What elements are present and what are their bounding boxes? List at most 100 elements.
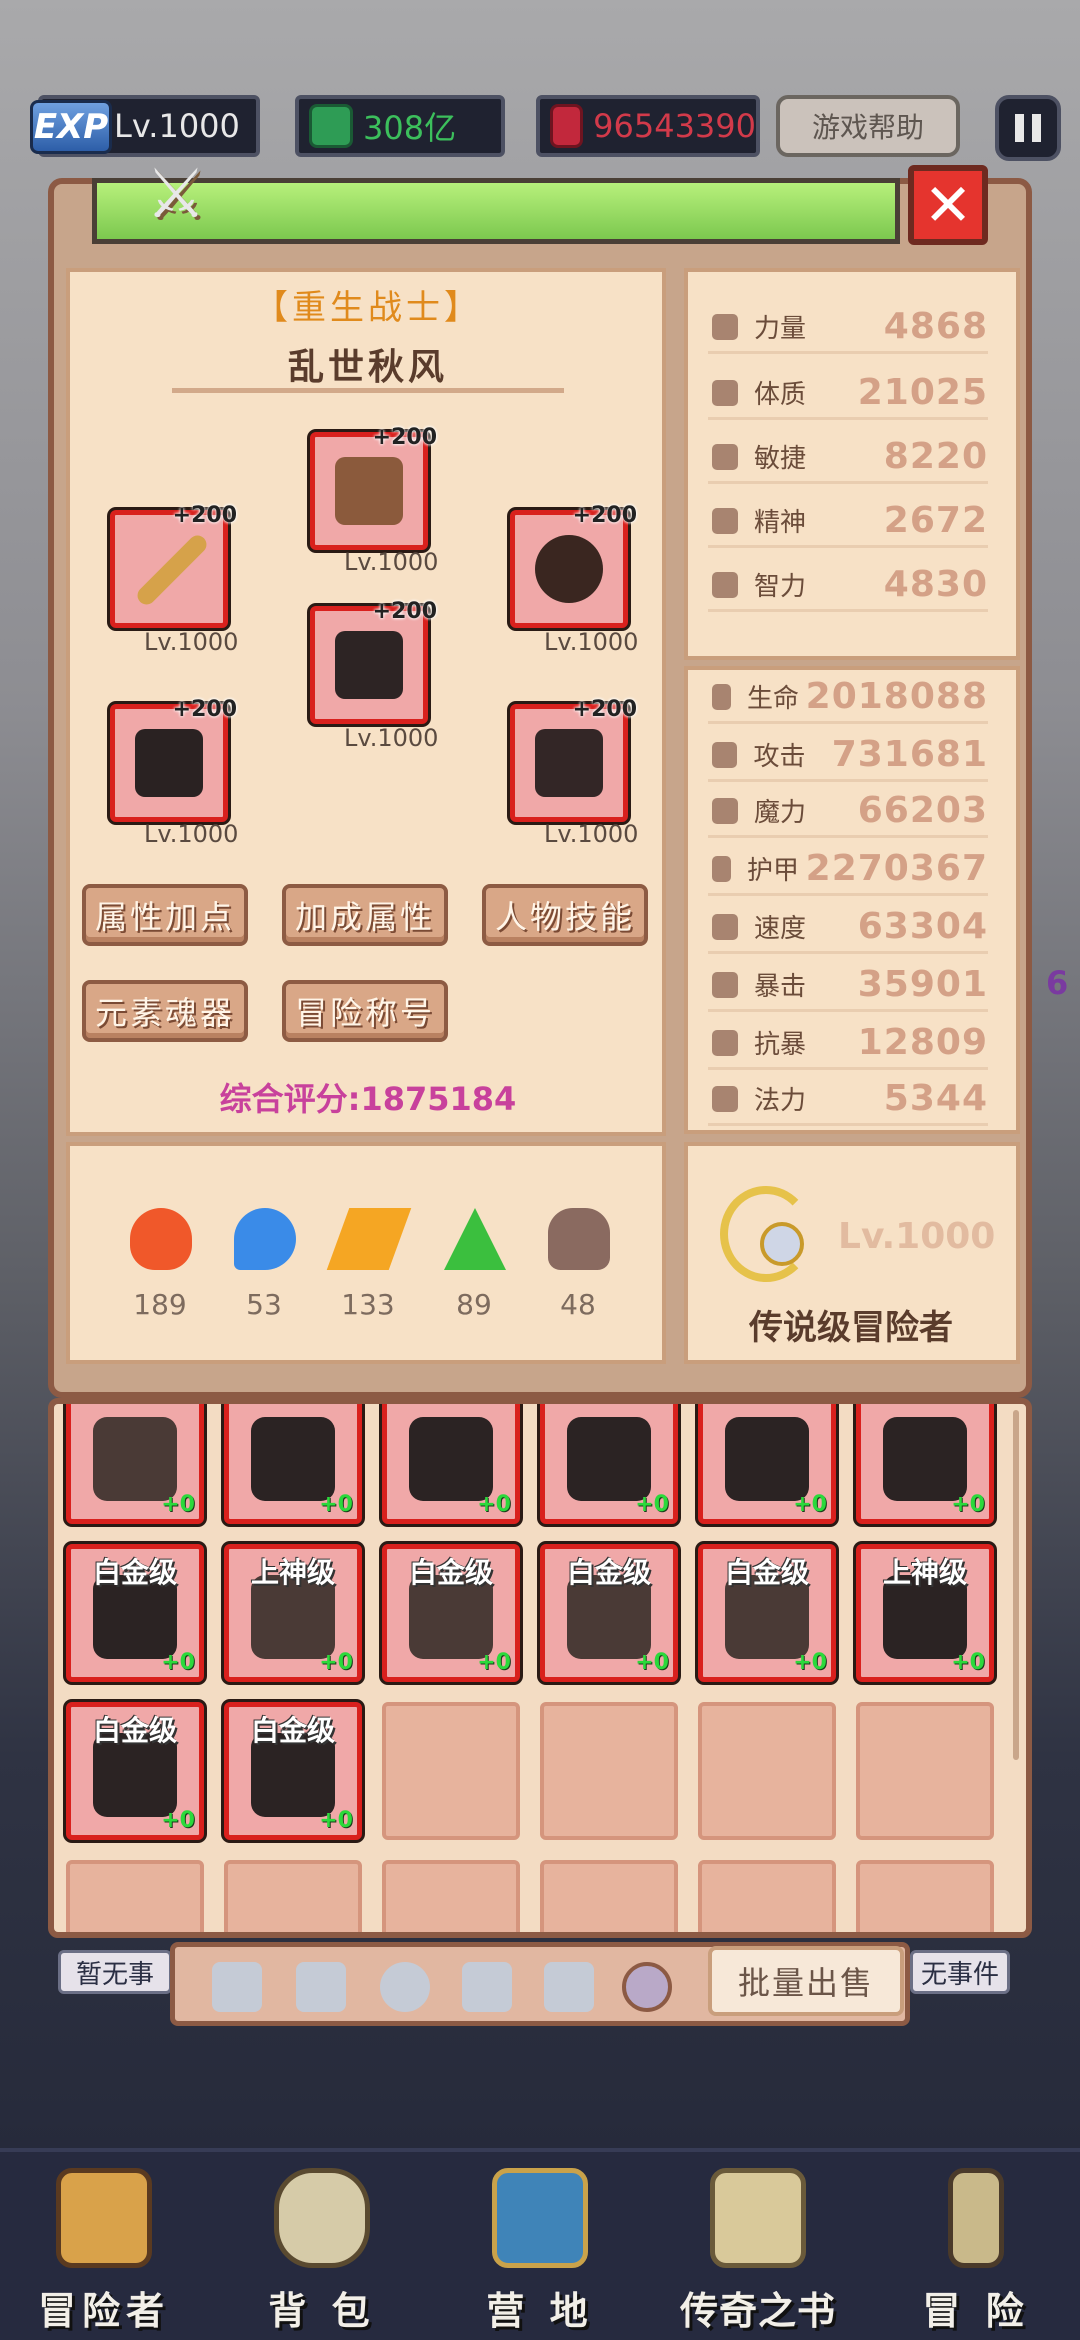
equip-slot-gloves[interactable]: +200: [110, 697, 237, 822]
item-enhance: +0: [951, 1650, 985, 1675]
nav-camp[interactable]: 营 地: [440, 2168, 640, 2340]
class-name: 【重生战士】: [254, 288, 482, 328]
boots-tab-icon[interactable]: [544, 1962, 594, 2012]
inventory-item[interactable]: 上神级 +0: [856, 1544, 994, 1682]
inventory-item[interactable]: +0: [540, 1404, 678, 1524]
inventory-grid: +0 +0 +0 +0 +0 +0 白金级 +0 上神级 +0 白金级 +0 白金级 +0 白金级 +0 上神级…: [48, 1398, 1032, 1938]
rank-title: 传说级冒险者: [749, 1308, 953, 1348]
inventory-item[interactable]: 白金级 +0: [698, 1544, 836, 1682]
stat-value: 12809: [857, 1022, 988, 1063]
stat-attack: 攻击 731681: [708, 730, 988, 782]
red-currency-value: 96543390: [593, 107, 756, 145]
green-currency-value: 308亿: [363, 109, 457, 147]
green-gem-icon: [309, 104, 353, 148]
crit-icon: [712, 971, 738, 998]
stat-agility: 敏捷 8220: [708, 432, 988, 484]
equip-slot-accessory[interactable]: +200: [510, 503, 637, 628]
inventory-item[interactable]: 白金级 +0: [66, 1544, 204, 1682]
rank-gem-icon: [760, 1222, 804, 1266]
inventory-empty-slot[interactable]: [698, 1702, 836, 1840]
equip-level: Lv.1000: [544, 820, 639, 848]
weapon-tab-icon[interactable]: [212, 1962, 262, 2012]
equip-slot-helmet[interactable]: +200: [310, 425, 437, 550]
helmet-icon: [335, 457, 403, 525]
total-score: 综合评分:1875184: [219, 1080, 517, 1118]
nav-backpack[interactable]: 背 包: [222, 2168, 422, 2340]
equip-slot-armor[interactable]: +200: [310, 599, 437, 724]
pause-button[interactable]: [995, 95, 1061, 161]
inventory-item[interactable]: 白金级 +0: [66, 1702, 204, 1840]
inventory-scrollbar[interactable]: [1013, 1410, 1019, 1760]
equip-plus: +200: [572, 697, 637, 722]
stat-label: 暴击: [754, 972, 807, 1002]
ring-tab-icon[interactable]: [622, 1962, 672, 2012]
close-button[interactable]: ✕: [908, 165, 988, 245]
stat-spirit: 精神 2672: [708, 496, 988, 548]
stat-crit-resist: 抗暴 12809: [708, 1018, 988, 1070]
element-soul-button[interactable]: 元素魂器: [82, 980, 248, 1042]
item-tier: 白金级: [92, 1556, 177, 1589]
inventory-item[interactable]: 白金级 +0: [540, 1544, 678, 1682]
inventory-item[interactable]: 白金级 +0: [382, 1544, 520, 1682]
game-help-button[interactable]: 游戏帮助: [776, 95, 960, 157]
star-icon: [712, 507, 738, 534]
inventory-item[interactable]: +0: [224, 1404, 362, 1524]
nav-adventurer[interactable]: 冒险者: [4, 2168, 204, 2340]
inventory-empty-slot[interactable]: [698, 1860, 836, 1932]
name-divider: [172, 388, 564, 393]
inventory-item[interactable]: 上神级 +0: [224, 1544, 362, 1682]
item-enhance: +0: [793, 1650, 827, 1675]
item-enhance: +0: [477, 1492, 511, 1517]
nav-legend-book[interactable]: 传奇之书: [658, 2168, 858, 2340]
inventory-item[interactable]: 白金级 +0: [224, 1702, 362, 1840]
inventory-item[interactable]: +0: [856, 1404, 994, 1524]
inventory-empty-slot[interactable]: [540, 1860, 678, 1932]
bonus-attributes-button[interactable]: 加成属性: [282, 884, 448, 946]
item-enhance: +0: [951, 1492, 985, 1517]
nav-label: 传奇之书: [679, 2289, 836, 2333]
water-value: 53: [246, 1288, 282, 1321]
inventory-empty-slot[interactable]: [224, 1860, 362, 1932]
heart-icon: [712, 379, 738, 406]
inventory-empty-slot[interactable]: [540, 1702, 678, 1840]
bulk-sell-button[interactable]: 批量出售: [708, 1946, 904, 2016]
equip-plus: +200: [172, 697, 237, 722]
equip-slot-weapon[interactable]: +200: [110, 503, 237, 628]
pause-icon-bar: [1032, 114, 1041, 142]
attribute-points-button[interactable]: 属性加点: [82, 884, 248, 946]
inventory-empty-slot[interactable]: [382, 1860, 520, 1932]
item-enhance: +0: [319, 1492, 353, 1517]
item-enhance: +0: [161, 1492, 195, 1517]
armor-icon: [251, 1417, 335, 1501]
stat-value: 5344: [883, 1078, 988, 1119]
item-enhance: +0: [161, 1808, 195, 1833]
inventory-empty-slot[interactable]: [856, 1702, 994, 1840]
inventory-item[interactable]: +0: [698, 1404, 836, 1524]
inventory-empty-slot[interactable]: [66, 1860, 204, 1932]
player-name: 乱世秋风: [287, 347, 448, 388]
shield-tab-icon[interactable]: [296, 1962, 346, 2012]
armor-icon: [725, 1417, 809, 1501]
stat-value: 35901: [857, 964, 988, 1005]
green-currency-display: 308亿: [295, 95, 505, 157]
equip-level: Lv.1000: [544, 628, 639, 656]
equip-level: Lv.1000: [344, 724, 439, 752]
helmet-tab-icon[interactable]: [380, 1962, 430, 2012]
event-label-right: 无事件: [910, 1950, 1010, 1994]
inventory-empty-slot[interactable]: [382, 1702, 520, 1840]
stat-value: 8220: [883, 436, 988, 477]
red-currency-display: 96543390: [536, 95, 760, 157]
wand-icon: [712, 797, 738, 824]
armor-tab-icon[interactable]: [462, 1962, 512, 2012]
stat-label: 抗暴: [754, 1030, 807, 1060]
equip-slot-boots[interactable]: +200: [510, 697, 637, 822]
equip-plus: +200: [572, 503, 637, 528]
stat-label: 智力: [754, 572, 807, 602]
nav-adventure[interactable]: 冒 险: [876, 2168, 1076, 2340]
character-skills-button[interactable]: 人物技能: [482, 884, 648, 946]
stat-label: 生命: [747, 684, 800, 714]
inventory-empty-slot[interactable]: [856, 1860, 994, 1932]
inventory-item[interactable]: +0: [382, 1404, 520, 1524]
inventory-item[interactable]: +0: [66, 1404, 204, 1524]
adventure-title-button[interactable]: 冒险称号: [282, 980, 448, 1042]
